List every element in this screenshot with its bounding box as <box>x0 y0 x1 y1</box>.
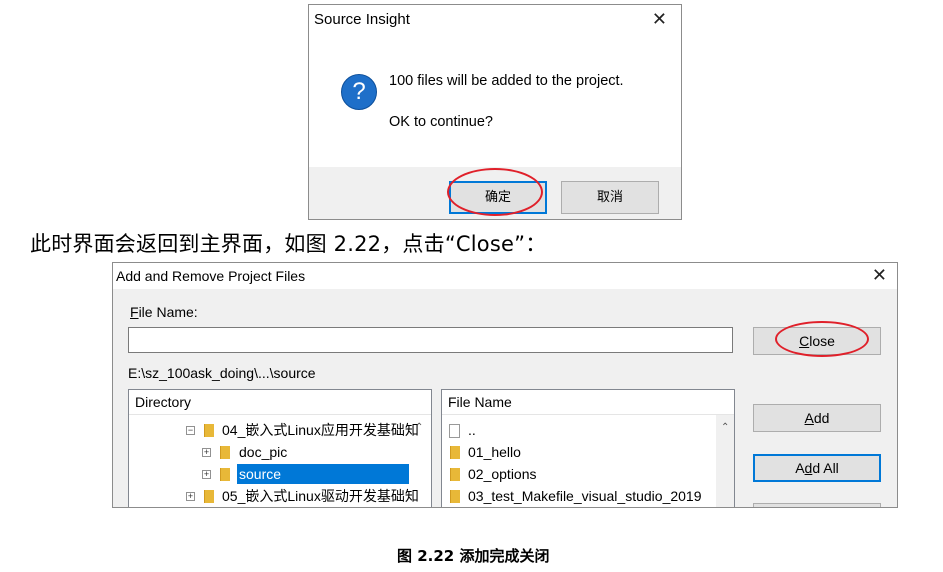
add-remove-files-dialog: Add and Remove Project Files ✕ File Name… <box>112 262 898 508</box>
instruction-text: 此时界面会返回到主界面，如图 2.22，点击“Close”： <box>30 232 547 256</box>
highlight-ellipse <box>447 168 543 216</box>
file-item-label: 01_hello <box>468 444 521 460</box>
folder-icon <box>220 446 230 459</box>
current-path: E:\sz_100ask_doing\...\source <box>128 365 316 381</box>
dialog-message: 100 files will be added to the project. <box>389 73 624 89</box>
scroll-up-icon[interactable]: ⌃ <box>415 422 423 433</box>
file-item-label: .. <box>468 422 476 438</box>
cancel-button[interactable]: 取消 <box>561 181 659 214</box>
dialog-prompt: OK to continue? <box>389 114 493 130</box>
directory-header[interactable]: Directory <box>129 390 431 415</box>
add-button[interactable]: Add <box>753 404 881 432</box>
dialog-titlebar: Add and Remove Project Files ✕ <box>113 263 897 289</box>
add-all-button[interactable]: Add All <box>753 454 881 482</box>
question-icon: ? <box>341 74 377 110</box>
folder-icon <box>204 490 214 503</box>
directory-list[interactable]: Directory − 04_嵌入式Linux应用开发基础知 + doc_pic… <box>128 389 432 507</box>
folder-icon <box>450 490 460 503</box>
tree-item-label: 05_嵌入式Linux驱动开发基础知 <box>222 488 419 504</box>
folder-icon <box>220 468 230 481</box>
close-icon[interactable]: ✕ <box>872 264 887 286</box>
dialog-title: Add and Remove Project Files <box>116 268 306 284</box>
tree-item-label: 04_嵌入式Linux应用开发基础知 <box>222 422 419 438</box>
expand-icon[interactable]: + <box>186 492 195 501</box>
file-name-input[interactable] <box>128 327 733 353</box>
next-button-partial[interactable] <box>753 503 881 507</box>
figure-caption: 图 2.22 添加完成关闭 <box>397 547 550 565</box>
file-item-label: 03_test_Makefile_visual_studio_2019 <box>468 488 702 504</box>
expand-icon[interactable]: + <box>202 470 211 479</box>
dialog-title: Source Insight <box>314 11 410 28</box>
file-name-label: File Name: <box>130 304 198 320</box>
file-name-header[interactable]: File Name <box>442 390 734 415</box>
folder-icon <box>450 468 460 481</box>
tree-item-label: source <box>237 464 409 484</box>
tree-item-label: doc_pic <box>239 444 288 460</box>
collapse-icon[interactable]: − <box>186 426 195 435</box>
folder-icon <box>204 424 214 437</box>
scroll-up-icon[interactable]: ⌃ <box>721 422 729 433</box>
file-icon <box>449 424 460 438</box>
close-icon[interactable]: ✕ <box>652 8 667 32</box>
file-item-label: 02_options <box>468 466 537 482</box>
expand-icon[interactable]: + <box>202 448 211 457</box>
file-list[interactable]: File Name ⌃ .. 01_hello 02_options 03_te… <box>441 389 735 507</box>
source-insight-dialog: Source Insight ✕ ? 100 files will be add… <box>308 4 682 220</box>
folder-icon <box>450 446 460 459</box>
highlight-ellipse <box>775 321 869 357</box>
